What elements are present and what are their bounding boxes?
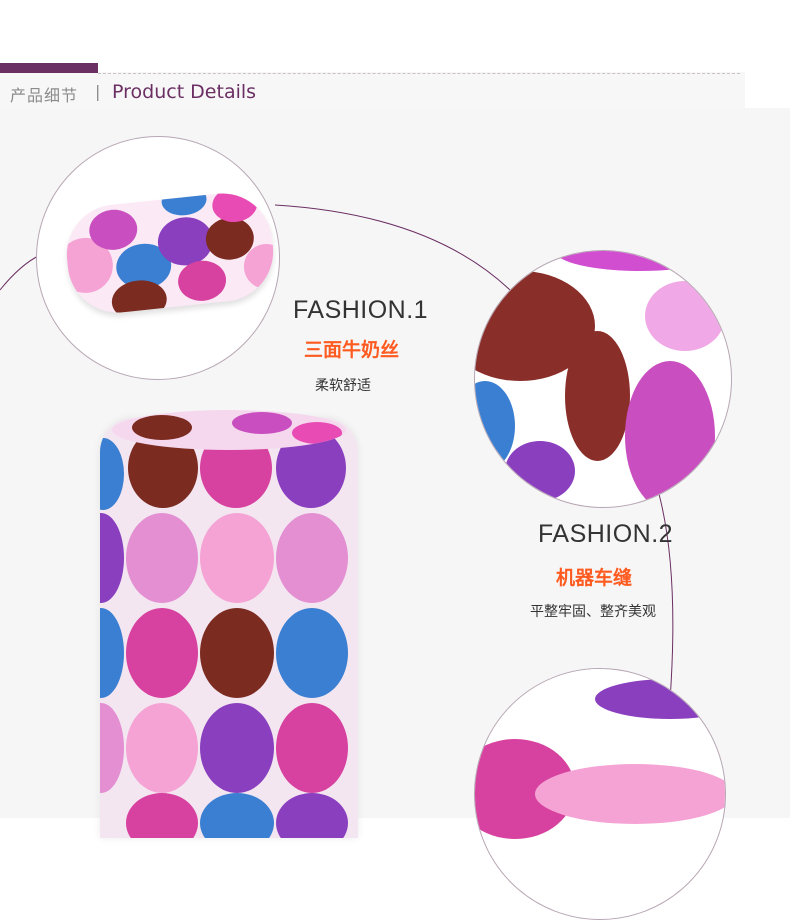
feature-2-title: FASHION.2: [538, 520, 674, 548]
feature-1-subtitle: 三面牛奶丝: [304, 339, 400, 361]
bolster-pillow-image: [100, 418, 358, 838]
feature-1-description: 柔软舒适: [315, 378, 371, 394]
detail-circle-seam: [474, 250, 732, 508]
feature-2-subtitle: 机器车缝: [556, 567, 633, 589]
feature-1-title: FASHION.1: [293, 296, 429, 324]
bolster-pillow-top: [112, 410, 346, 450]
detail-circle-pillow: [36, 136, 280, 380]
detail-circle-fabric: [474, 668, 726, 920]
pillow-image: [61, 188, 279, 318]
feature-2-description: 平整牢固、整齐美观: [530, 604, 656, 620]
